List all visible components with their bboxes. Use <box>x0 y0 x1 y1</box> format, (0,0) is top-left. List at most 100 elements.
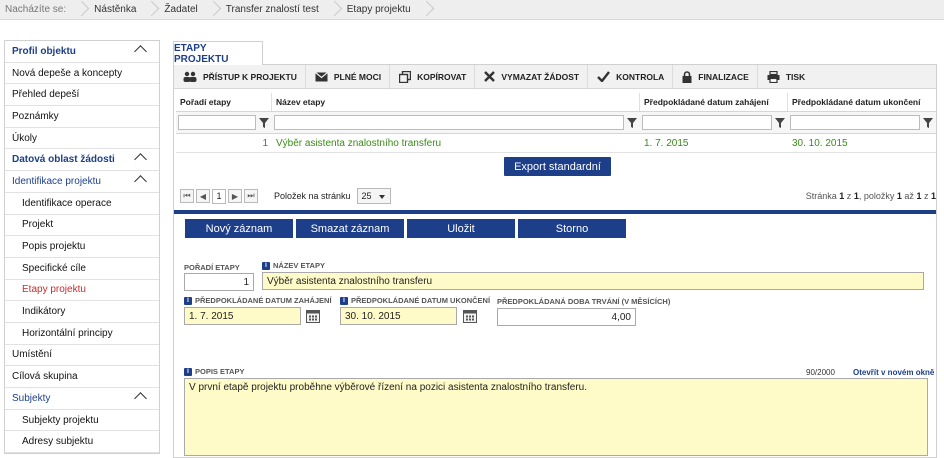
sidebar-item-project[interactable]: Projekt <box>5 215 159 237</box>
breadcrumb-item-current: Etapy projektu <box>346 4 411 15</box>
export-standard-button[interactable]: Export standardní <box>504 157 611 176</box>
print-button[interactable]: Tisk <box>758 65 813 89</box>
next-page-button[interactable]: ▶ <box>228 189 242 203</box>
filter-cell-order <box>176 115 272 130</box>
sidebar-item-subject-addresses[interactable]: Adresy subjektu <box>5 431 159 454</box>
sidebar-item-label: Subjekty projektu <box>22 414 99 426</box>
calendar-icon[interactable] <box>463 309 477 323</box>
breadcrumb-separator <box>76 0 84 20</box>
filter-icon[interactable] <box>626 117 638 129</box>
sidebar-item-specific-goals[interactable]: Specifické cíle <box>5 258 159 280</box>
required-icon: i <box>184 367 192 376</box>
sidebar-item-label: Nová depeše a koncepty <box>12 67 123 79</box>
sidebar-item-label: Specifické cíle <box>22 262 86 274</box>
duration-field: 4,00 <box>497 308 636 326</box>
start-date-field[interactable]: 1. 7. 2015 <box>184 307 301 325</box>
order-label: Pořadí etapy <box>184 263 240 272</box>
sidebar-item-notes[interactable]: Poznámky <box>5 106 159 128</box>
sidebar-item-label: Identifikace operace <box>22 197 112 209</box>
pager-info-items-label: , položky <box>858 191 895 201</box>
grid-filter-row <box>176 112 936 134</box>
tab-project-stages[interactable]: ETAPY PROJEKTU <box>173 41 263 65</box>
cell-name: Výběr asistenta znalostního transferu <box>276 137 442 149</box>
start-date-label-text: Předpokládané datum zahájení <box>195 296 332 305</box>
sidebar-item-label: Projekt <box>22 219 54 231</box>
power-of-attorney-button[interactable]: Plné moci <box>306 64 391 89</box>
prev-page-button[interactable]: ◀ <box>196 189 210 203</box>
end-date-field[interactable]: 30. 10. 2015 <box>340 307 457 325</box>
chevron-up-icon[interactable] <box>134 153 147 167</box>
cell-start: 1. 7. 2015 <box>644 137 689 149</box>
new-record-button[interactable]: Nový záznam <box>185 219 293 238</box>
pagination-info: Stránka 1 z 1, položky 1 až 1 z 1 <box>806 191 936 201</box>
filter-input-order[interactable] <box>178 115 256 130</box>
open-new-window-link[interactable]: Otevřít v novém okně <box>853 368 934 377</box>
description-label-text: Popis etapy <box>195 367 245 376</box>
breadcrumb-item-project[interactable]: Transfer znalostí test <box>216 0 329 20</box>
sidebar-section-object-profile[interactable]: Profil objektu <box>5 41 159 63</box>
per-page-label: Položek na stránku <box>274 191 351 201</box>
sidebar-section-project-identification[interactable]: Identifikace projektu <box>5 171 159 193</box>
checkmark-icon <box>597 71 611 82</box>
cell-order: 1 <box>262 137 268 149</box>
chevron-up-icon[interactable] <box>134 175 147 188</box>
cancel-button[interactable]: Storno <box>518 219 626 238</box>
power-of-attorney-label: Plné moci <box>333 71 382 82</box>
pager-info-total-of: z <box>923 191 929 201</box>
per-page-select[interactable]: 25 <box>356 188 391 204</box>
end-date-label: i Předpokládané datum ukončení <box>340 296 490 305</box>
delete-application-button[interactable]: Vymazat žádost <box>475 64 589 89</box>
sidebar-item-messages[interactable]: Přehled depeší <box>5 84 159 107</box>
filter-input-name[interactable] <box>274 115 624 130</box>
filter-icon[interactable] <box>922 117 934 129</box>
sidebar-item-project-description[interactable]: Popis projektu <box>5 236 159 258</box>
sidebar-item-operation-identification[interactable]: Identifikace operace <box>5 193 159 215</box>
chevron-up-icon[interactable] <box>134 392 147 405</box>
filter-input-start[interactable] <box>642 115 772 130</box>
sidebar-section-data-area[interactable]: Datová oblast žádosti <box>5 149 159 172</box>
copy-button[interactable]: Kopírovat <box>390 64 476 89</box>
page-number-input[interactable]: 1 <box>212 188 226 204</box>
sidebar-item-label: Subjekty <box>12 392 51 404</box>
delete-record-button[interactable]: Smazat záznam <box>296 219 404 238</box>
filter-input-end[interactable] <box>790 115 920 130</box>
stages-grid: Pořadí etapy Název etapy Předpokládané d… <box>176 93 936 153</box>
filter-cell-end <box>788 115 936 130</box>
column-header-order[interactable]: Pořadí etapy <box>176 93 272 111</box>
chevron-up-icon[interactable] <box>134 45 147 58</box>
sidebar-item-tasks[interactable]: Úkoly <box>5 128 159 150</box>
table-row[interactable]: 1 Výběr asistenta znalostního transferu … <box>176 134 936 153</box>
sidebar-item-new-message[interactable]: Nová depeše a koncepty <box>5 63 159 85</box>
calendar-icon[interactable] <box>306 309 320 323</box>
first-page-button[interactable]: ⏮ <box>180 189 194 203</box>
sidebar-item-project-subjects[interactable]: Subjekty projektu <box>5 410 159 432</box>
column-header-end[interactable]: Předpokládané datum ukončení <box>788 93 936 111</box>
name-label-text: Název etapy <box>273 261 325 270</box>
column-header-start[interactable]: Předpokládané datum zahájení <box>640 93 788 111</box>
last-page-button[interactable]: ⏭ <box>244 189 258 203</box>
description-textarea[interactable]: V první etapě projektu proběhne výběrové… <box>184 378 928 456</box>
breadcrumb-item-applicant[interactable]: Žadatel <box>154 0 207 20</box>
breadcrumb-item-dashboard[interactable]: Nástěnka <box>84 0 146 20</box>
sidebar-item-label: Cílová skupina <box>12 371 78 383</box>
filter-icon[interactable] <box>258 117 270 129</box>
save-button[interactable]: Uložit <box>407 219 515 238</box>
sidebar-item-indicators[interactable]: Indikátory <box>5 301 159 323</box>
pager-info-from: 1 <box>896 191 902 201</box>
check-button[interactable]: Kontrola <box>588 64 674 89</box>
project-access-button[interactable]: Přístup k projektu <box>174 64 306 89</box>
finalize-button[interactable]: Finalizace <box>673 64 758 89</box>
order-field[interactable]: 1 <box>184 273 254 291</box>
sidebar-item-location[interactable]: Umístění <box>5 345 159 367</box>
required-icon: i <box>340 296 348 305</box>
delete-application-label: Vymazat žádost <box>501 71 580 82</box>
sidebar-item-project-stages[interactable]: Etapy projektu <box>5 280 159 302</box>
envelope-icon <box>314 71 328 81</box>
column-header-name[interactable]: Název etapy <box>272 93 640 111</box>
name-field[interactable]: Výběr asistenta znalostního transferu <box>262 272 924 290</box>
filter-icon[interactable] <box>774 117 786 129</box>
sidebar-item-horizontal-principles[interactable]: Horizontální principy <box>5 323 159 345</box>
sidebar-item-target-group[interactable]: Cílová skupina <box>5 366 159 388</box>
sidebar-section-subjects[interactable]: Subjekty <box>5 388 159 410</box>
pager-info-to: 1 <box>916 191 922 201</box>
